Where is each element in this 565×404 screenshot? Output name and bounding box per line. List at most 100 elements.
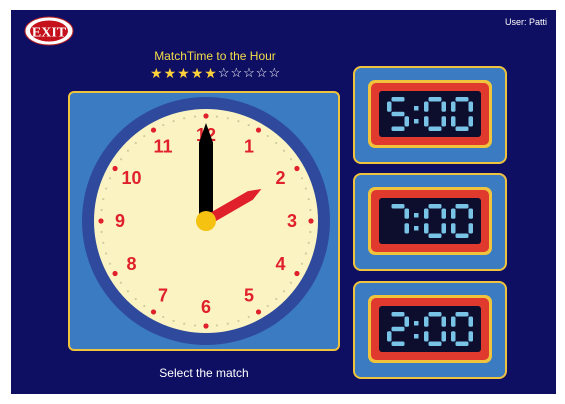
star-filled-icon: ★ <box>150 65 163 81</box>
lcd-segment <box>391 341 405 346</box>
lcd-segment <box>455 233 469 238</box>
lcd-segment <box>441 316 446 327</box>
minute-tick <box>143 134 146 138</box>
lcd-segment <box>455 126 469 131</box>
minute-tick <box>215 115 219 118</box>
clock-panel: 121234567891011 <box>68 91 340 351</box>
lcd-segment <box>387 331 392 342</box>
hour-tick <box>203 323 209 329</box>
lcd-segment <box>428 341 442 346</box>
minute-tick <box>304 252 307 255</box>
lcd-segment <box>404 316 409 327</box>
minute-tick <box>105 187 108 190</box>
minute-tick <box>309 230 312 234</box>
game-screen: EXIT User: Patti MatchTime to the Hour ★… <box>11 10 556 394</box>
user-label: User: Patti <box>504 17 547 27</box>
lcd-segment <box>468 101 473 112</box>
minute-tick <box>162 315 165 319</box>
hour-tick <box>112 270 118 277</box>
lcd-segment <box>441 116 446 127</box>
minute-tick <box>134 297 137 301</box>
answer-choice-2[interactable]: 7:00 <box>353 173 507 271</box>
minute-tick <box>126 290 130 293</box>
lcd-segment <box>451 101 456 112</box>
lcd-colon <box>414 334 419 339</box>
minute-tick <box>134 141 137 145</box>
hour-tick <box>294 270 300 277</box>
lcd-segment <box>455 97 469 102</box>
lcd-segment <box>468 208 473 219</box>
lcd-segment <box>424 116 429 127</box>
exit-label: EXIT <box>32 26 67 41</box>
lcd-segment <box>468 223 473 234</box>
lcd-segment <box>451 208 456 219</box>
exit-sign-icon: EXIT <box>24 16 74 46</box>
lcd-segment <box>455 341 469 346</box>
lcd-colon <box>414 321 419 326</box>
lcd-colon <box>414 119 419 124</box>
minute-tick <box>183 322 186 325</box>
star-empty-icon: ☆ <box>268 65 281 80</box>
lcd-segment <box>428 204 442 209</box>
clock-number: 8 <box>127 254 137 274</box>
lcd-segment <box>391 97 405 102</box>
minute-tick <box>193 115 197 118</box>
lcd-segment <box>387 101 392 112</box>
answer-choice-3[interactable]: 2:00 <box>353 281 507 379</box>
lcd-segment <box>468 316 473 327</box>
hour-tick <box>308 218 314 224</box>
lcd-segment <box>468 116 473 127</box>
instruction-text: Select the match <box>159 366 249 380</box>
clock-number: 4 <box>275 254 285 274</box>
star-filled-icon: ★ <box>177 65 190 81</box>
clock-number: 1 <box>244 137 254 157</box>
minute-tick <box>307 198 310 201</box>
minute-tick <box>282 149 286 152</box>
lcd-segment <box>424 223 429 234</box>
lcd-segment <box>441 331 446 342</box>
activity-title: MatchTime to the Hour <box>154 49 276 63</box>
answer-choice-1[interactable]: 5:00 <box>353 66 507 164</box>
minute-tick <box>172 319 175 322</box>
lcd-colon <box>414 226 419 231</box>
star-empty-icon: ☆ <box>230 65 243 80</box>
minute-tick <box>108 262 112 265</box>
star-filled-icon: ★ <box>190 65 204 81</box>
minute-tick <box>119 158 123 161</box>
minute-tick <box>309 208 312 212</box>
minute-tick <box>215 324 219 327</box>
lcd-segment <box>451 316 456 327</box>
minute-tick <box>289 281 293 284</box>
lcd-segment <box>404 208 409 219</box>
lcd-segment <box>424 208 429 219</box>
lcd-segment <box>391 326 405 332</box>
lcd-segment <box>404 223 409 234</box>
minute-tick <box>237 319 240 322</box>
lcd-segment <box>424 316 429 327</box>
minute-tick <box>119 281 123 284</box>
lcd-segment <box>455 204 469 209</box>
lcd-segment <box>424 101 429 112</box>
lcd-segment <box>391 126 405 131</box>
lcd-colon <box>414 106 419 111</box>
lcd-segment <box>455 312 469 317</box>
minute-tick <box>307 241 310 244</box>
lcd-segment <box>424 331 429 342</box>
lcd-segment <box>391 312 405 317</box>
minute-tick <box>300 262 304 265</box>
lcd-segment <box>441 101 446 112</box>
minute-tick <box>226 322 229 325</box>
minute-tick <box>100 208 103 212</box>
lcd-segment <box>391 111 405 117</box>
clock-number: 11 <box>153 137 172 157</box>
star-filled-icon: ★ <box>204 65 217 81</box>
minute-tick <box>226 117 229 120</box>
exit-button[interactable]: EXIT <box>24 16 74 46</box>
hour-tick <box>98 218 104 224</box>
analog-clock: 121234567891011 <box>82 97 330 345</box>
minute-tick <box>266 134 269 138</box>
minute-tick <box>143 304 146 308</box>
lcd-segment <box>391 204 405 209</box>
minute-tick <box>105 252 108 255</box>
minute-tick <box>102 198 105 201</box>
